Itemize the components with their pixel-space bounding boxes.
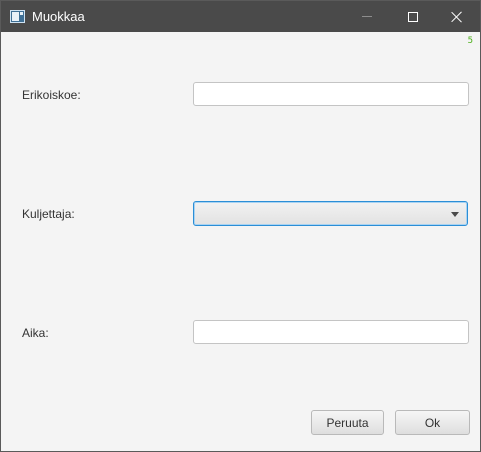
- cancel-button[interactable]: Peruuta: [311, 410, 384, 435]
- maximize-button[interactable]: [390, 1, 436, 32]
- dialog-window: Muokkaa 5 Erikoiskoe: Kuljettaja: Aika: …: [0, 0, 481, 452]
- minimize-button[interactable]: [344, 1, 390, 32]
- app-icon: [10, 10, 25, 23]
- close-icon: [451, 11, 463, 23]
- aika-label: Aika:: [22, 326, 49, 340]
- title-bar[interactable]: Muokkaa: [1, 1, 480, 32]
- close-button[interactable]: [434, 1, 480, 32]
- window-title: Muokkaa: [32, 9, 85, 24]
- kuljettaja-label: Kuljettaja:: [22, 207, 75, 221]
- maximize-icon: [408, 11, 418, 22]
- aika-input[interactable]: [193, 320, 469, 344]
- erikoiskoe-label: Erikoiskoe:: [22, 88, 81, 102]
- erikoiskoe-input[interactable]: [193, 82, 469, 106]
- corner-badge: 5: [467, 36, 473, 46]
- minimize-icon: [362, 16, 372, 17]
- dropdown-arrow-icon: [451, 212, 459, 217]
- kuljettaja-dropdown[interactable]: [193, 201, 468, 226]
- ok-button[interactable]: Ok: [395, 410, 470, 435]
